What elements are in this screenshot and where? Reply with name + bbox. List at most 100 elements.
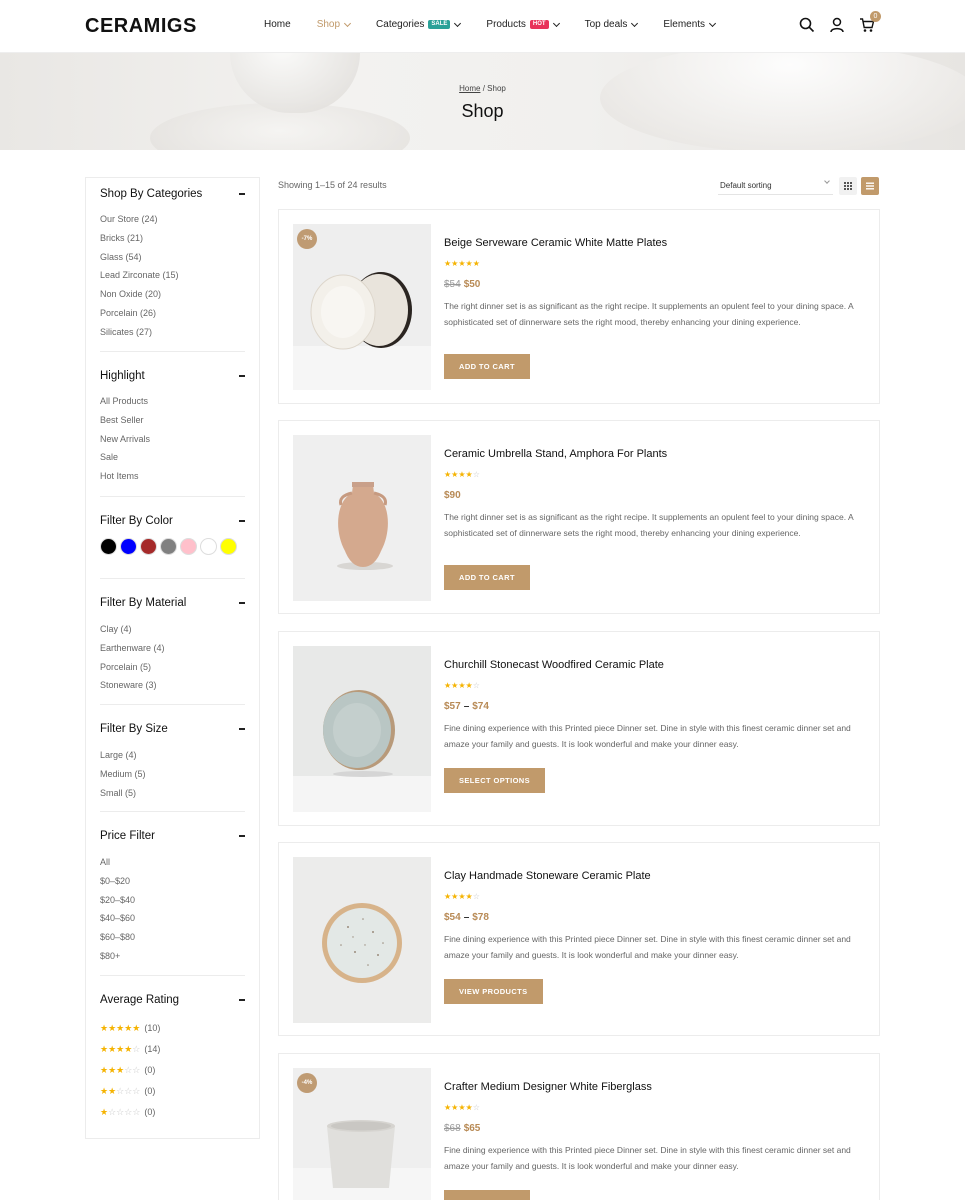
- nav-elements[interactable]: Elements: [663, 19, 717, 30]
- product-price: $90: [444, 490, 461, 501]
- product-title[interactable]: Crafter Medium Designer White Fiberglass: [444, 1081, 652, 1093]
- hot-badge: HOT: [529, 20, 549, 29]
- nav-shop[interactable]: Shop: [317, 19, 352, 30]
- rating-count: (0): [144, 1107, 156, 1117]
- current-price: $50: [463, 279, 481, 290]
- price-filter-item[interactable]: $40–$60: [100, 909, 135, 928]
- product-image[interactable]: -7%: [293, 224, 431, 390]
- product-description: Fine dining experience with this Printed…: [444, 723, 851, 749]
- highlight-item[interactable]: Sale: [100, 448, 150, 467]
- chevron-down-icon: [344, 19, 352, 27]
- select-options-button[interactable]: SELECT OPTIONS: [444, 768, 546, 793]
- widget-size: Filter By Size Large (4) Medium (5) Small …: [100, 705, 245, 812]
- category-item[interactable]: Non Oxide (20): [100, 285, 179, 304]
- size-item[interactable]: Large (4): [100, 746, 146, 765]
- category-item[interactable]: Silicates (27): [100, 323, 179, 342]
- nav-top-deals[interactable]: Top deals: [585, 19, 639, 30]
- category-item[interactable]: Porcelain (26): [100, 304, 179, 323]
- widget-title[interactable]: Filter By Size: [100, 723, 245, 735]
- nav-products[interactable]: Products HOT: [486, 19, 560, 30]
- rating-filter-item[interactable]: ★★☆☆☆ (0): [100, 1081, 160, 1102]
- nav-home[interactable]: Home: [264, 19, 291, 30]
- site-logo[interactable]: CERAMIGS: [85, 15, 197, 38]
- widget-title-text: Filter By Size: [100, 723, 168, 735]
- category-item[interactable]: Our Store (24): [100, 210, 179, 229]
- size-item[interactable]: Medium (5): [100, 765, 146, 784]
- collapse-icon[interactable]: [239, 520, 245, 522]
- nav-categories[interactable]: Categories SALE: [376, 19, 462, 30]
- search-icon[interactable]: [799, 17, 815, 33]
- highlight-item[interactable]: New Arrivals: [100, 430, 150, 449]
- star-rating-icon: ★★★☆☆: [100, 1065, 141, 1075]
- rating-filter-item[interactable]: ★★★★☆ (14): [100, 1039, 160, 1060]
- category-item[interactable]: Lead Zirconate (15): [100, 266, 179, 285]
- add-to-cart-button[interactable]: ADD TO CART: [444, 565, 530, 590]
- rating-filter-item[interactable]: ★☆☆☆☆ (0): [100, 1102, 160, 1123]
- material-item[interactable]: Stoneware (3): [100, 676, 165, 695]
- product-image[interactable]: [293, 857, 431, 1023]
- color-swatch[interactable]: [200, 538, 217, 555]
- collapse-icon[interactable]: [239, 728, 245, 730]
- product-title[interactable]: Churchill Stonecast Woodfired Ceramic Pl…: [444, 659, 664, 671]
- sort-select[interactable]: Default sorting: [718, 178, 833, 195]
- rating-count: (0): [144, 1065, 156, 1075]
- collapse-icon[interactable]: [239, 375, 245, 377]
- breadcrumb-home-link[interactable]: Home: [459, 84, 480, 93]
- widget-title-text: Price Filter: [100, 830, 155, 842]
- price-filter-item[interactable]: All: [100, 853, 135, 872]
- user-icon[interactable]: [829, 17, 845, 33]
- rating-filter-item[interactable]: ★★★★★ (10): [100, 1018, 160, 1039]
- chevron-down-icon: [709, 19, 717, 27]
- product-image[interactable]: -4%: [293, 1068, 431, 1200]
- widget-title[interactable]: Filter By Material: [100, 597, 245, 609]
- color-swatch[interactable]: [100, 538, 117, 555]
- result-count: Showing 1–15 of 24 results: [278, 180, 387, 190]
- category-item[interactable]: Bricks (21): [100, 229, 179, 248]
- product-title[interactable]: Clay Handmade Stoneware Ceramic Plate: [444, 870, 651, 882]
- star-rating-icon: ★★★★☆: [444, 470, 480, 479]
- color-swatch[interactable]: [160, 538, 177, 555]
- material-item[interactable]: Porcelain (5): [100, 658, 165, 677]
- price-filter-item[interactable]: $80+: [100, 947, 135, 966]
- add-to-cart-button[interactable]: ADD TO CART: [444, 1190, 530, 1200]
- widget-title[interactable]: Filter By Color: [100, 515, 245, 527]
- color-swatch[interactable]: [180, 538, 197, 555]
- product-title[interactable]: Beige Serveware Ceramic White Matte Plat…: [444, 237, 667, 249]
- size-item[interactable]: Small (5): [100, 784, 146, 803]
- widget-rating: Average Rating ★★★★★ (10) ★★★★☆ (14) ★★★☆☆ (0…: [100, 976, 245, 1136]
- widget-color: Filter By Color: [100, 497, 245, 579]
- price-filter-item[interactable]: $0–$20: [100, 872, 135, 891]
- price-filter-item[interactable]: $20–$40: [100, 891, 135, 910]
- collapse-icon[interactable]: [239, 835, 245, 837]
- product-image[interactable]: [293, 646, 431, 812]
- collapse-icon[interactable]: [239, 193, 245, 195]
- highlight-item[interactable]: Hot Items: [100, 467, 150, 486]
- list-view-button[interactable]: [861, 177, 879, 195]
- cart-icon[interactable]: 0: [859, 11, 881, 33]
- breadcrumb-current: Shop: [487, 84, 506, 93]
- widget-title[interactable]: Shop By Categories: [100, 188, 245, 200]
- product-title[interactable]: Ceramic Umbrella Stand, Amphora For Plan…: [444, 448, 667, 460]
- price-filter-item[interactable]: $60–$80: [100, 928, 135, 947]
- add-to-cart-button[interactable]: ADD TO CART: [444, 354, 530, 379]
- rating-filter-item[interactable]: ★★★☆☆ (0): [100, 1060, 160, 1081]
- color-swatch[interactable]: [120, 538, 137, 555]
- material-item[interactable]: Earthenware (4): [100, 639, 165, 658]
- collapse-icon[interactable]: [239, 999, 245, 1001]
- grid-view-button[interactable]: [839, 177, 857, 195]
- widget-title[interactable]: Highlight: [100, 370, 245, 382]
- product-image[interactable]: [293, 435, 431, 601]
- sale-badge: SALE: [428, 20, 451, 29]
- color-swatch[interactable]: [220, 538, 237, 555]
- view-products-button[interactable]: VIEW PRODUCTS: [444, 979, 543, 1004]
- material-item[interactable]: Clay (4): [100, 620, 165, 639]
- price-range-dash: –: [463, 912, 470, 923]
- widget-title-text: Highlight: [100, 370, 145, 382]
- widget-title[interactable]: Price Filter: [100, 830, 245, 842]
- highlight-item[interactable]: Best Seller: [100, 411, 150, 430]
- highlight-item[interactable]: All Products: [100, 392, 150, 411]
- collapse-icon[interactable]: [239, 602, 245, 604]
- category-item[interactable]: Glass (54): [100, 248, 179, 267]
- color-swatch[interactable]: [140, 538, 157, 555]
- widget-title[interactable]: Average Rating: [100, 994, 245, 1006]
